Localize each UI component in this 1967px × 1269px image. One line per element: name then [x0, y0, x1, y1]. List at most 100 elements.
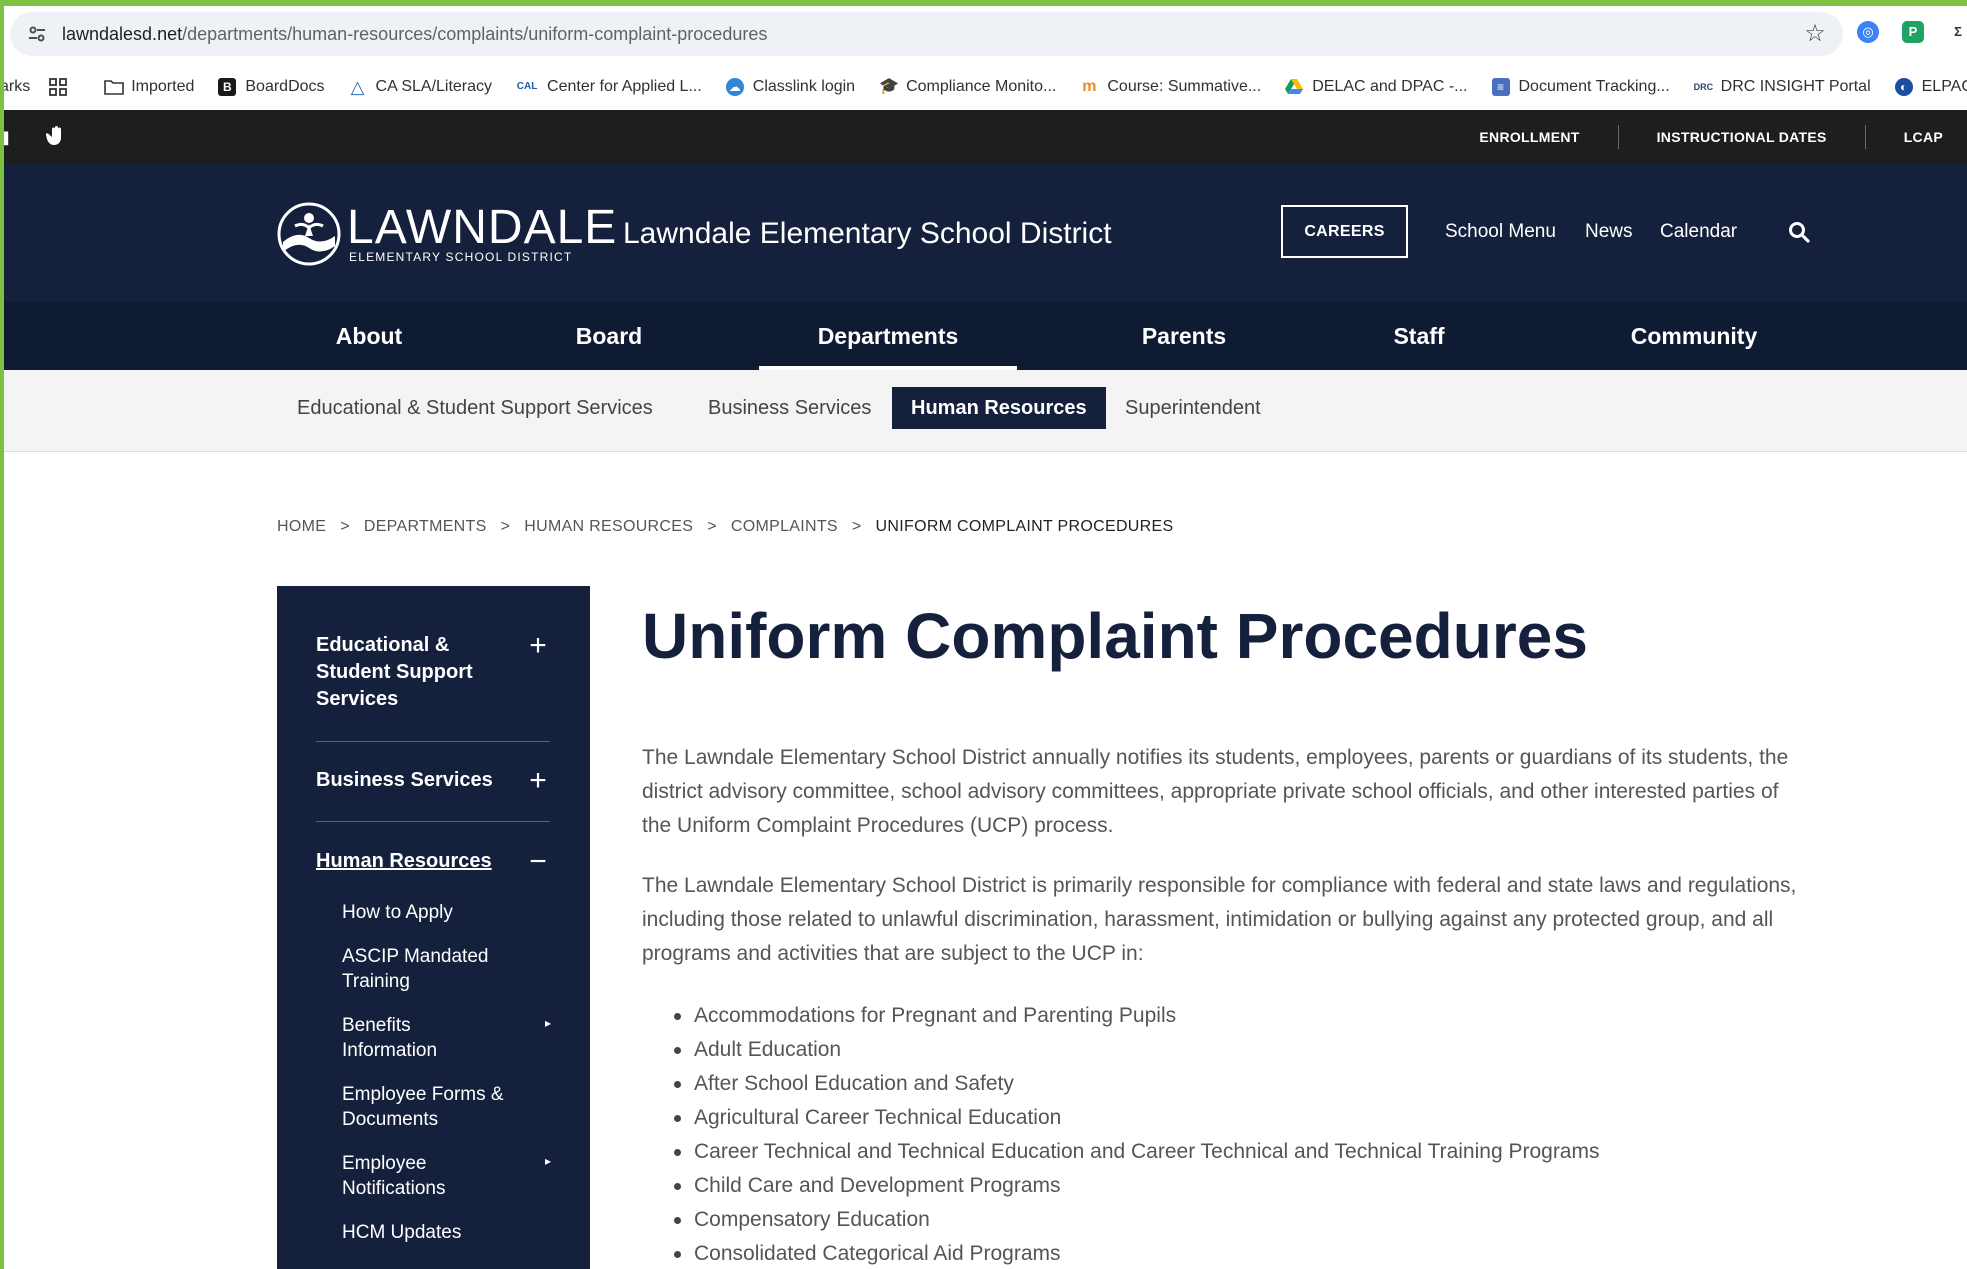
sidebar-section-label: Business Services — [316, 769, 493, 791]
breadcrumb-home[interactable]: HOME — [277, 518, 326, 536]
bookmark-label: Imported — [131, 77, 195, 95]
bookmark-label: Document Tracking... — [1518, 77, 1670, 95]
breadcrumb-human-resources[interactable]: HUMAN RESOURCES — [524, 518, 693, 536]
subnav-human-resources[interactable]: Human Resources — [892, 387, 1106, 429]
breadcrumb-complaints[interactable]: COMPLAINTS — [731, 518, 838, 536]
boarddocs-icon: B — [218, 77, 237, 96]
caret-right-icon[interactable]: ▸ — [545, 1013, 555, 1033]
sidebar-label-line: Educational & — [316, 634, 450, 656]
nav-staff[interactable]: Staff — [1364, 302, 1474, 370]
subnav-business-services[interactable]: Business Services — [689, 387, 890, 429]
address-bar[interactable]: lawndalesd.net/departments/human-resourc… — [10, 12, 1843, 56]
instructional-dates-link[interactable]: INSTRUCTIONAL DATES — [1619, 129, 1865, 145]
news-link[interactable]: News — [1585, 220, 1633, 244]
bookmark-label: ELPAC Hom — [1921, 77, 1967, 95]
list-item: Adult Education — [673, 1033, 1599, 1067]
translate-icon[interactable]: ▮ — [4, 125, 10, 149]
list-item: Compensatory Education — [673, 1203, 1599, 1237]
sidebar-item-employee-forms[interactable]: Employee Forms & Documents — [342, 1082, 542, 1132]
enrollment-link[interactable]: ENROLLMENT — [1441, 129, 1617, 145]
extensions-puzzle-icon[interactable]: Σ — [1947, 21, 1967, 43]
school-menu-link[interactable]: School Menu — [1445, 220, 1556, 244]
sidebar-nav: Educational & Student Support Services +… — [277, 586, 590, 1269]
sidebar-item-label: Employee — [342, 1153, 427, 1174]
nav-departments[interactable]: Departments — [759, 302, 1017, 370]
sidebar-item-employee-notifications[interactable]: Employee Notifications — [342, 1151, 542, 1201]
nav-board[interactable]: Board — [544, 302, 674, 370]
sidebar-item-benefits[interactable]: Benefits Information — [342, 1013, 542, 1063]
sidebar-item-hcm-updates[interactable]: HCM Updates — [342, 1220, 542, 1245]
site-info-icon[interactable] — [26, 23, 48, 45]
responsibility-paragraph: The Lawndale Elementary School District … — [642, 874, 1797, 965]
expand-plus-icon[interactable]: + — [526, 766, 550, 796]
nav-parents[interactable]: Parents — [1114, 302, 1254, 370]
department-subnav: Educational & Student Support Services B… — [4, 370, 1967, 452]
bookmark-cal[interactable]: CAL Center for Applied L... — [516, 78, 702, 96]
lcap-link[interactable]: LCAP — [1866, 129, 1967, 145]
careers-button[interactable]: CAREERS — [1281, 205, 1408, 258]
sidebar-section-label: Human Resources — [316, 850, 492, 872]
calendar-link[interactable]: Calendar — [1660, 220, 1737, 244]
nav-community[interactable]: Community — [1604, 302, 1784, 370]
sidebar-item-ascip-training[interactable]: ASCIP Mandated Training — [342, 944, 542, 994]
sidebar-item-label: ASCIP Mandated — [342, 946, 489, 967]
sidebar-divider — [316, 821, 550, 822]
bookmark-course[interactable]: m Course: Summative... — [1080, 78, 1261, 96]
breadcrumb-separator: > — [500, 518, 511, 535]
cal-icon: CAL — [516, 80, 538, 92]
triangle-icon: △ — [350, 76, 365, 97]
expand-plus-icon[interactable]: + — [526, 631, 550, 661]
page-title: Uniform Complaint Procedures — [642, 600, 1588, 672]
drc-icon: DRC — [1693, 81, 1714, 92]
search-icon[interactable] — [1787, 220, 1811, 244]
sidebar-item-label: Employee Forms & — [342, 1084, 504, 1105]
bookmark-boarddocs[interactable]: B BoardDocs — [218, 77, 325, 96]
bookmark-partial[interactable]: arks — [4, 78, 30, 96]
nav-about[interactable]: About — [304, 302, 434, 370]
bookmark-classlink[interactable]: ☁ Classlink login — [725, 77, 856, 96]
apps-grid-icon[interactable] — [48, 77, 68, 97]
sidebar-section-label: Educational & Student Support Services — [316, 632, 550, 713]
accessibility-hand-icon[interactable] — [45, 125, 66, 153]
bookmark-document-tracking[interactable]: ≡ Document Tracking... — [1491, 77, 1670, 96]
breadcrumb-separator: > — [707, 518, 717, 535]
caret-right-icon[interactable]: ▸ — [545, 1151, 555, 1171]
logo-wordmark[interactable]: LAWNDALE — [347, 204, 617, 252]
intro-paragraph: The Lawndale Elementary School District … — [642, 746, 1789, 837]
subnav-superintendent[interactable]: Superintendent — [1106, 387, 1280, 429]
url-path: /departments/human-resources/complaints/… — [182, 24, 768, 44]
sidebar-label-line: Services — [316, 688, 399, 710]
list-item: Agricultural Career Technical Education — [673, 1101, 1599, 1135]
bookmark-label: Classlink login — [752, 77, 856, 95]
sidebar-divider — [316, 741, 550, 742]
list-item: Child Care and Development Programs — [673, 1169, 1599, 1203]
url-text[interactable]: lawndalesd.net/departments/human-resourc… — [62, 23, 767, 45]
sidebar-item-label: Documents — [342, 1109, 439, 1130]
bookmarks-bar: arks Imported B BoardDocs △ CA SLA/Liter… — [4, 63, 1967, 110]
bookmark-label: Compliance Monito... — [906, 77, 1057, 95]
bookmark-star-icon[interactable]: ☆ — [1803, 22, 1827, 46]
bookmark-imported[interactable]: Imported — [104, 78, 194, 96]
subnav-educational-services[interactable]: Educational & Student Support Services — [278, 387, 672, 429]
site-header: LAWNDALE ELEMENTARY SCHOOL DISTRICT Lawn… — [4, 164, 1967, 302]
breadcrumb-separator: > — [340, 518, 350, 535]
list-item: After School Education and Safety — [673, 1067, 1599, 1101]
list-item: Career Technical and Technical Education… — [673, 1135, 1599, 1169]
extension-shield-icon[interactable]: ◎ — [1857, 21, 1879, 43]
bookmark-label: DELAC and DPAC -... — [1312, 77, 1468, 95]
ucp-programs-list: Accommodations for Pregnant and Parentin… — [673, 999, 1599, 1269]
sidebar-item-how-to-apply[interactable]: How to Apply — [342, 900, 542, 925]
sidebar-section-human-resources[interactable]: Human Resources − — [316, 847, 550, 877]
collapse-minus-icon[interactable]: − — [526, 847, 550, 877]
bookmark-delac[interactable]: DELAC and DPAC -... — [1285, 77, 1468, 96]
extension-green-icon[interactable]: P — [1902, 21, 1924, 43]
bookmark-ca-sla[interactable]: △ CA SLA/Literacy — [349, 76, 492, 97]
bookmark-elpac[interactable]: ◐ ELPAC Hom — [1894, 77, 1967, 96]
bookmark-drc[interactable]: DRC DRC INSIGHT Portal — [1694, 78, 1871, 96]
district-name[interactable]: Lawndale Elementary School District — [623, 216, 1112, 252]
breadcrumb-departments[interactable]: DEPARTMENTS — [364, 518, 487, 536]
sidebar-section-educational[interactable]: Educational & Student Support Services + — [316, 631, 550, 713]
sidebar-section-business[interactable]: Business Services + — [316, 766, 550, 796]
logo-emblem-icon[interactable] — [277, 202, 341, 266]
bookmark-compliance[interactable]: 🎓 Compliance Monito... — [879, 78, 1056, 96]
